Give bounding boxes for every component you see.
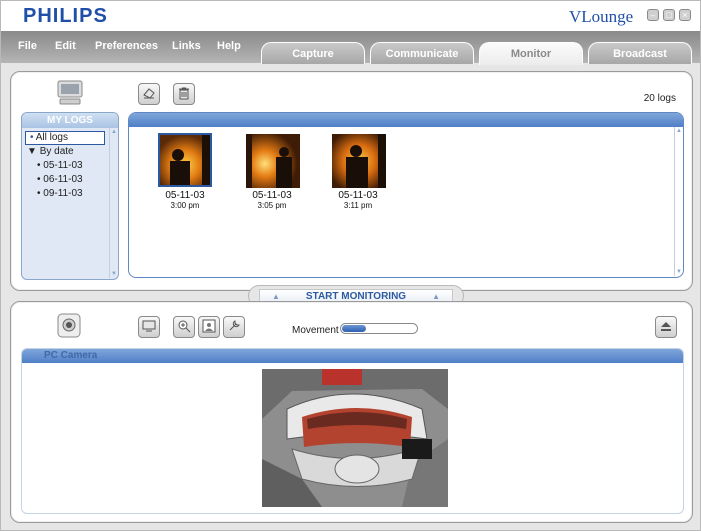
- webcam-icon: [56, 313, 84, 339]
- eraser-icon: [142, 86, 156, 103]
- brand-logo: PHILIPS: [23, 5, 108, 27]
- thumbnail-date: 05-11-03: [252, 190, 292, 201]
- logs-panel: 20 logs MY LOGS • All logs ▼ By date • 0…: [10, 71, 693, 291]
- tree-scrollbar[interactable]: ▲ ▼: [109, 128, 117, 278]
- movement-level: [342, 325, 367, 332]
- gallery-scrollbar[interactable]: ▲ ▼: [674, 127, 682, 276]
- close-button[interactable]: ×: [679, 9, 691, 21]
- display-button[interactable]: [138, 316, 160, 338]
- thumbnail-time: 3:05 pm: [257, 201, 287, 210]
- erase-log-button[interactable]: [138, 83, 160, 105]
- scroll-up-icon: ▲: [111, 129, 117, 135]
- zoom-button[interactable]: [173, 316, 195, 338]
- tree-item-date[interactable]: • 06-11-03: [25, 173, 118, 187]
- scroll-down-icon: ▼: [676, 269, 682, 275]
- scroll-up-icon: ▲: [676, 128, 682, 134]
- menu-help[interactable]: Help: [217, 40, 241, 52]
- logs-tree: • All logs ▼ By date • 05-11-03 • 06-11-…: [22, 128, 118, 201]
- gallery-header: [129, 113, 683, 127]
- tree-label: All logs: [35, 132, 68, 143]
- title-bar: PHILIPS VLounge – □ ×: [1, 1, 700, 31]
- log-thumbnail[interactable]: 05-11-03 3:05 pm: [244, 133, 300, 210]
- maximize-icon: □: [666, 10, 672, 20]
- tree-item-all-logs[interactable]: • All logs: [25, 131, 105, 145]
- my-logs-title: MY LOGS: [22, 113, 118, 128]
- log-thumbnail[interactable]: 05-11-03 3:00 pm: [157, 133, 213, 210]
- camera-view: PC Camera: [21, 348, 684, 514]
- thumbnail-date: 05-11-03: [165, 190, 205, 201]
- tree-item-date[interactable]: • 05-11-03: [25, 159, 118, 173]
- zoom-in-icon: [177, 319, 191, 336]
- tree-item-by-date[interactable]: ▼ By date: [25, 145, 118, 159]
- app-title: VLounge: [569, 7, 634, 26]
- tab-capture[interactable]: Capture: [261, 42, 365, 64]
- my-logs-panel: MY LOGS • All logs ▼ By date • 05-11-03 …: [21, 112, 119, 280]
- tab-broadcast[interactable]: Broadcast: [588, 42, 692, 64]
- tree-label: 06-11-03: [43, 174, 83, 185]
- eject-icon: [659, 319, 673, 336]
- tree-item-date[interactable]: • 09-11-03: [25, 187, 118, 201]
- camera-title: PC Camera: [22, 349, 683, 363]
- minimize-icon: –: [650, 10, 656, 20]
- snapshot-button[interactable]: [198, 316, 220, 338]
- thumbnail-time: 3:00 pm: [170, 201, 200, 210]
- thumbnail-image: [245, 133, 300, 188]
- tab-monitor[interactable]: Monitor: [479, 42, 583, 65]
- tree-label: By date: [39, 146, 74, 157]
- menu-bar: File Edit Preferences Links Help Capture…: [1, 31, 700, 65]
- camera-feed-image: [262, 369, 448, 507]
- scroll-down-icon: ▼: [111, 271, 117, 277]
- thumbnail-date: 05-11-03: [338, 190, 378, 201]
- settings-button[interactable]: [223, 316, 245, 338]
- movement-meter: [340, 323, 418, 334]
- log-thumbnail[interactable]: 05-11-03 3:11 pm: [330, 133, 386, 210]
- display-icon: [142, 319, 156, 336]
- logs-gallery: 05-11-03 3:00 pm 05-11-03 3:05 pm 05-11-…: [128, 112, 684, 278]
- wrench-icon: [227, 319, 241, 336]
- menu-file[interactable]: File: [18, 40, 37, 52]
- delete-log-button[interactable]: [173, 83, 195, 105]
- close-icon: ×: [682, 10, 688, 20]
- logs-count: 20 logs: [643, 93, 676, 104]
- tree-label: 09-11-03: [43, 188, 83, 199]
- thumbnail-time: 3:11 pm: [343, 201, 373, 210]
- vlounge-window: PHILIPS VLounge – □ × File Edit Preferen…: [0, 0, 701, 531]
- menu-links[interactable]: Links: [172, 40, 201, 52]
- tree-label: 05-11-03: [43, 160, 83, 171]
- eject-button[interactable]: [655, 316, 677, 338]
- menu-preferences[interactable]: Preferences: [95, 40, 158, 52]
- triangle-down-icon: ▼: [27, 146, 37, 157]
- menu-edit[interactable]: Edit: [55, 40, 76, 52]
- movement-label: Movement: [292, 325, 339, 336]
- minimize-button[interactable]: –: [647, 9, 659, 21]
- thumbnail-image: [158, 133, 212, 187]
- trash-icon: [177, 86, 191, 103]
- monitor-computer-icon: [56, 80, 84, 106]
- thumbnail-image: [331, 133, 386, 188]
- snapshot-icon: [202, 319, 216, 336]
- camera-panel: Movement PC Camera: [10, 301, 693, 523]
- tab-communicate[interactable]: Communicate: [370, 42, 474, 64]
- maximize-button[interactable]: □: [663, 9, 675, 21]
